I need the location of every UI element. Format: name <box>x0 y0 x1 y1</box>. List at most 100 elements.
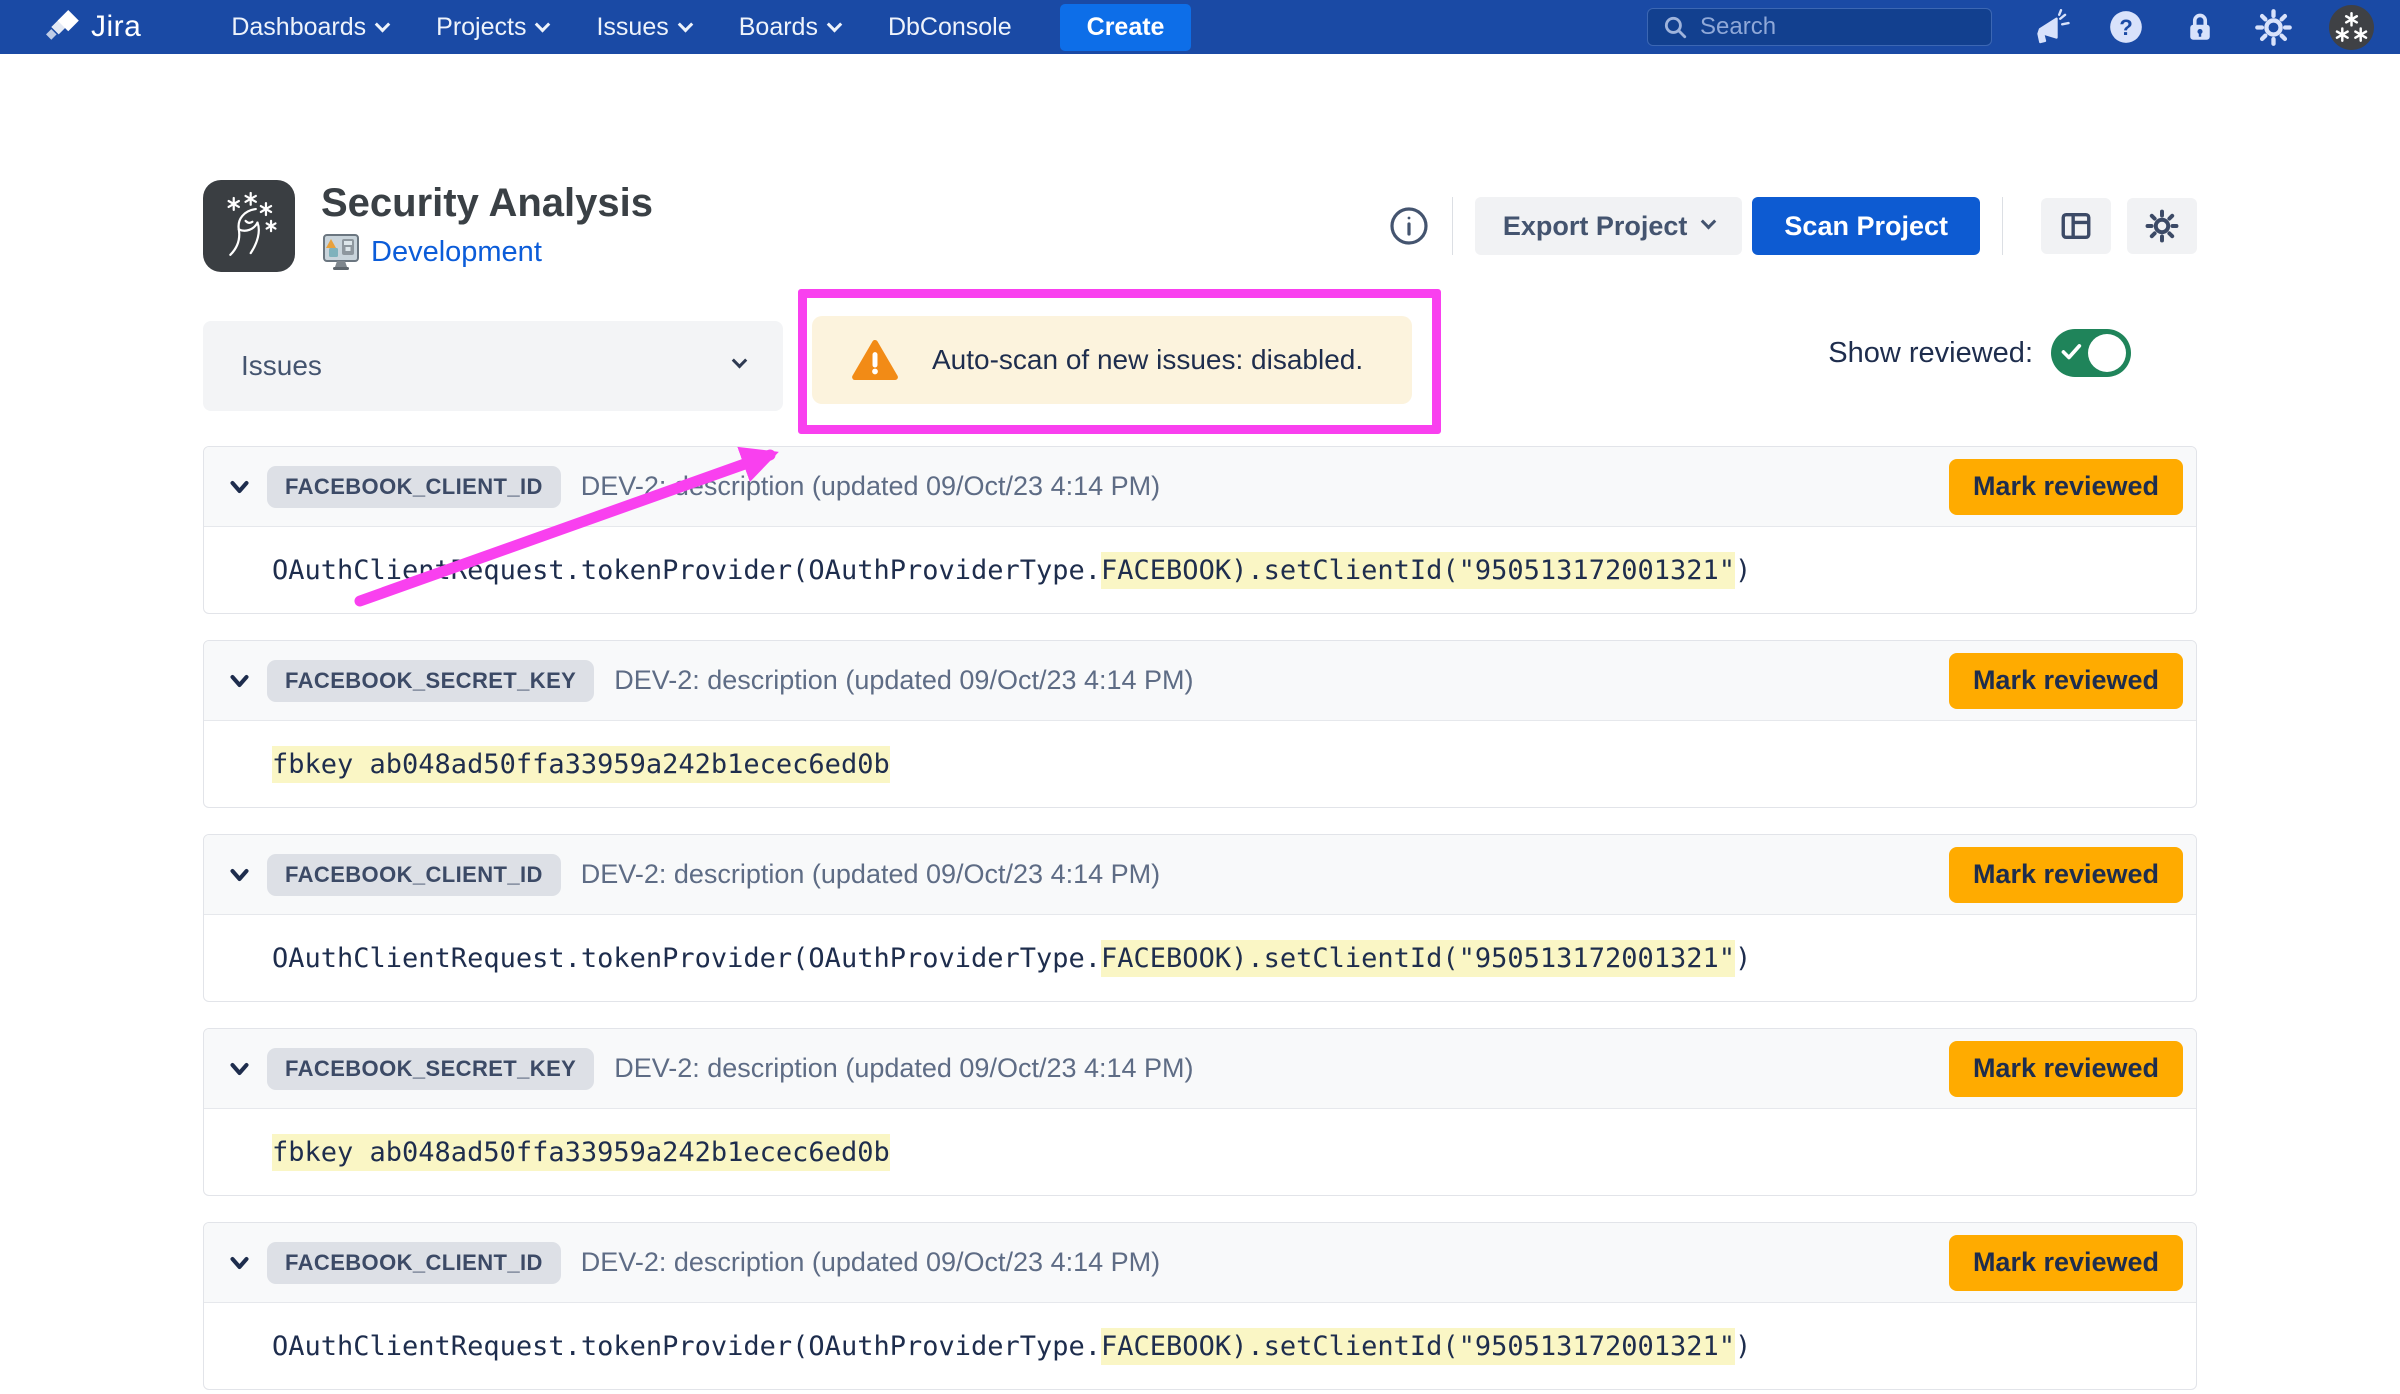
top-navbar: Jira Dashboards Projects Issues Boards D… <box>0 0 2400 54</box>
header-actions: Export Project Scan Project <box>1388 197 2197 255</box>
jira-logo-icon <box>46 9 82 45</box>
chevron-down-icon <box>827 16 843 32</box>
issue-title: DEV-2: description (updated 09/Oct/23 4:… <box>581 859 1160 890</box>
chevron-down-icon <box>732 353 748 369</box>
help-icon[interactable]: ? <box>2107 8 2145 46</box>
lock-icon[interactable] <box>2182 9 2218 45</box>
mark-reviewed-button[interactable]: Mark reviewed <box>1949 653 2183 709</box>
nav-item-projects[interactable]: Projects <box>436 13 548 42</box>
secret-type-badge: FACEBOOK_CLIENT_ID <box>267 1242 561 1284</box>
export-project-label: Export Project <box>1503 211 1688 242</box>
issues-filter-dropdown[interactable]: Issues <box>203 321 783 411</box>
autoscan-warning-text: Auto-scan of new issues: disabled. <box>932 344 1363 376</box>
collapse-chevron-icon[interactable] <box>228 1254 251 1272</box>
issue-code-snippet: OAuthClientRequest.tokenProvider(OAuthPr… <box>204 915 2196 1001</box>
nav-item-label: Boards <box>739 13 818 42</box>
autoscan-warning-banner: Auto-scan of new issues: disabled. <box>812 316 1412 404</box>
announcements-icon[interactable] <box>2034 9 2070 45</box>
collapse-chevron-icon[interactable] <box>228 672 251 690</box>
issue-card-header: FACEBOOK_CLIENT_ID DEV-2: description (u… <box>204 835 2196 915</box>
issue-code-snippet: OAuthClientRequest.tokenProvider(OAuthPr… <box>204 527 2196 613</box>
code-highlighted-secret: FACEBOOK).setClientId("950513172001321" <box>1101 940 1735 977</box>
collapse-chevron-icon[interactable] <box>228 866 251 884</box>
issues-filter-value: Issues <box>241 350 322 382</box>
project-avatar <box>203 180 295 272</box>
issue-code-snippet: fbkey ab048ad50ffa33959a242b1ecec6ed0b <box>204 1109 2196 1195</box>
nav-menu: Dashboards Projects Issues Boards DbCons… <box>231 13 1011 42</box>
collapse-chevron-icon[interactable] <box>228 478 251 496</box>
issues-list: FACEBOOK_CLIENT_ID DEV-2: description (u… <box>203 446 2197 1390</box>
layout-panel-button[interactable] <box>2041 198 2111 254</box>
issue-card: FACEBOOK_SECRET_KEY DEV-2: description (… <box>203 1028 2197 1196</box>
code-highlighted-secret: FACEBOOK).setClientId("950513172001321" <box>1101 1328 1735 1365</box>
nav-item-dbconsole[interactable]: DbConsole <box>888 13 1012 42</box>
issue-title: DEV-2: description (updated 09/Oct/23 4:… <box>581 1247 1160 1278</box>
show-reviewed-control: Show reviewed: <box>1828 329 2131 377</box>
search-box[interactable] <box>1647 8 1992 46</box>
mark-reviewed-button[interactable]: Mark reviewed <box>1949 1235 2183 1291</box>
issue-title: DEV-2: description (updated 09/Oct/23 4:… <box>614 1053 1193 1084</box>
show-reviewed-toggle[interactable] <box>2051 329 2131 377</box>
search-icon <box>1662 14 1688 40</box>
issue-code-snippet: fbkey ab048ad50ffa33959a242b1ecec6ed0b <box>204 721 2196 807</box>
filter-row: Issues Auto-scan of new issues: disabled… <box>203 272 2197 438</box>
project-header: Security Analysis Development <box>203 180 2197 272</box>
scan-project-button[interactable]: Scan Project <box>1752 197 1980 255</box>
chevron-down-icon <box>535 16 551 32</box>
warning-triangle-icon <box>852 339 898 381</box>
create-button[interactable]: Create <box>1060 4 1192 51</box>
issue-card: FACEBOOK_CLIENT_ID DEV-2: description (u… <box>203 834 2197 1002</box>
issue-card-header: FACEBOOK_SECRET_KEY DEV-2: description (… <box>204 1029 2196 1109</box>
jira-logo[interactable]: Jira <box>46 9 141 45</box>
svg-text:?: ? <box>2119 15 2133 40</box>
mark-reviewed-button[interactable]: Mark reviewed <box>1949 847 2183 903</box>
secret-type-badge: FACEBOOK_CLIENT_ID <box>267 466 561 508</box>
code-plain: OAuthClientRequest.tokenProvider(OAuthPr… <box>272 1331 1101 1362</box>
main-content: Security Analysis Development <box>0 180 2400 1390</box>
export-project-button[interactable]: Export Project <box>1475 197 1743 255</box>
nav-item-boards[interactable]: Boards <box>739 13 840 42</box>
issue-card: FACEBOOK_SECRET_KEY DEV-2: description (… <box>203 640 2197 808</box>
issue-card: FACEBOOK_CLIENT_ID DEV-2: description (u… <box>203 446 2197 614</box>
chevron-down-icon <box>375 16 391 32</box>
show-reviewed-label: Show reviewed: <box>1828 337 2033 370</box>
check-icon <box>2061 342 2083 362</box>
info-icon[interactable] <box>1388 205 1430 247</box>
chevron-down-icon <box>677 16 693 32</box>
secret-type-badge: FACEBOOK_SECRET_KEY <box>267 1048 594 1090</box>
code-highlighted-secret: FACEBOOK).setClientId("950513172001321" <box>1101 552 1735 589</box>
breadcrumb-development-link[interactable]: Development <box>371 236 542 269</box>
settings-gear-icon[interactable] <box>2255 9 2292 46</box>
mark-reviewed-button[interactable]: Mark reviewed <box>1949 1041 2183 1097</box>
issue-card-header: FACEBOOK_CLIENT_ID DEV-2: description (u… <box>204 1223 2196 1303</box>
divider <box>1452 197 1453 255</box>
code-plain: ) <box>1735 1331 1751 1362</box>
page-title: Security Analysis <box>321 181 653 225</box>
user-avatar[interactable] <box>2329 5 2374 50</box>
secret-type-badge: FACEBOOK_CLIENT_ID <box>267 854 561 896</box>
nav-item-issues[interactable]: Issues <box>596 13 690 42</box>
issue-card-header: FACEBOOK_SECRET_KEY DEV-2: description (… <box>204 641 2196 721</box>
divider <box>2002 197 2003 255</box>
issue-code-snippet: OAuthClientRequest.tokenProvider(OAuthPr… <box>204 1303 2196 1389</box>
mark-reviewed-button[interactable]: Mark reviewed <box>1949 459 2183 515</box>
issue-title: DEV-2: description (updated 09/Oct/23 4:… <box>581 471 1160 502</box>
nav-item-label: Dashboards <box>231 13 366 42</box>
code-plain: OAuthClientRequest.tokenProvider(OAuthPr… <box>272 555 1101 586</box>
nav-icon-cluster: ? <box>2034 5 2374 50</box>
code-plain: ) <box>1735 943 1751 974</box>
nav-item-label: DbConsole <box>888 13 1012 42</box>
collapse-chevron-icon[interactable] <box>228 1060 251 1078</box>
project-titles: Security Analysis Development <box>321 181 653 271</box>
project-subtitle: Development <box>321 233 653 271</box>
issue-title: DEV-2: description (updated 09/Oct/23 4:… <box>614 665 1193 696</box>
nav-item-dashboards[interactable]: Dashboards <box>231 13 388 42</box>
nav-item-label: Issues <box>596 13 668 42</box>
project-settings-gear-button[interactable] <box>2127 198 2197 254</box>
search-input[interactable] <box>1700 13 1977 41</box>
code-plain: OAuthClientRequest.tokenProvider(OAuthPr… <box>272 943 1101 974</box>
jira-logo-text: Jira <box>91 10 141 44</box>
issue-card-header: FACEBOOK_CLIENT_ID DEV-2: description (u… <box>204 447 2196 527</box>
code-highlighted-secret: fbkey ab048ad50ffa33959a242b1ecec6ed0b <box>272 1134 890 1171</box>
code-highlighted-secret: fbkey ab048ad50ffa33959a242b1ecec6ed0b <box>272 746 890 783</box>
